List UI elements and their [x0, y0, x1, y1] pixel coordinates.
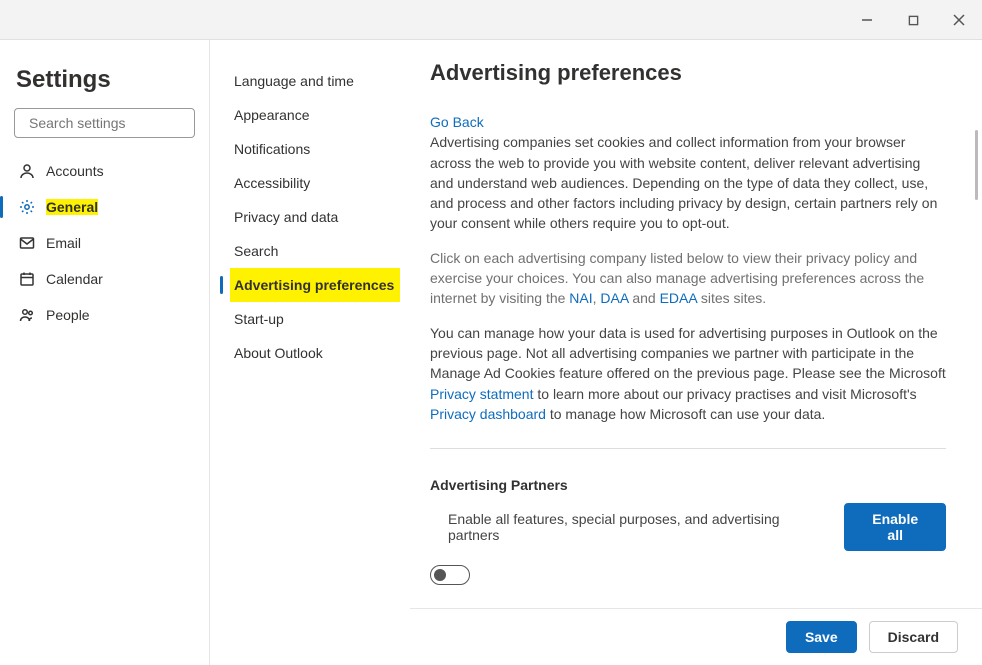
subnav-appearance[interactable]: Appearance [230, 98, 400, 132]
page-title: Advertising preferences [430, 60, 946, 86]
nav-email[interactable]: Email [10, 226, 199, 260]
primary-sidebar: Settings Accounts General Email [0, 40, 210, 665]
nav-general[interactable]: General [10, 190, 199, 224]
daa-link[interactable]: DAA [600, 290, 628, 306]
partners-toggle[interactable] [430, 565, 470, 585]
edaa-link[interactable]: EDAA [660, 290, 697, 306]
close-button[interactable] [936, 6, 982, 34]
discard-button[interactable]: Discard [869, 621, 958, 653]
subnav-notifications[interactable]: Notifications [230, 132, 400, 166]
maximize-button[interactable] [890, 6, 936, 34]
window-titlebar [0, 0, 982, 40]
para3-text-c: to manage how Microsoft can use your dat… [546, 406, 825, 422]
scrollbar-thumb[interactable] [975, 130, 978, 200]
mail-icon [18, 234, 36, 252]
content-scroll[interactable]: Advertising preferences Go Back Advertis… [410, 40, 982, 608]
subnav-search[interactable]: Search [230, 234, 400, 268]
nav-calendar[interactable]: Calendar [10, 262, 199, 296]
nai-link[interactable]: NAI [569, 290, 592, 306]
nav-label: Email [46, 235, 81, 251]
subnav-accessibility[interactable]: Accessibility [230, 166, 400, 200]
search-settings-box[interactable] [14, 108, 195, 138]
toggle-knob [434, 569, 446, 581]
minimize-button[interactable] [844, 6, 890, 34]
subnav-advertising[interactable]: Advertising preferences [230, 268, 400, 302]
subnav-privacy[interactable]: Privacy and data [230, 200, 400, 234]
partners-heading: Advertising Partners [430, 477, 946, 493]
secondary-sidebar: Language and time Appearance Notificatio… [210, 40, 410, 665]
para3-text-b: to learn more about our privacy practise… [533, 386, 916, 402]
enable-all-button[interactable]: Enable all [844, 503, 946, 551]
nav-label: General [46, 199, 98, 215]
nav-label: Accounts [46, 163, 104, 179]
subnav-about[interactable]: About Outlook [230, 336, 400, 370]
partners-desc: Enable all features, special purposes, a… [430, 511, 824, 543]
gear-icon [18, 198, 36, 216]
para2-text-b: sites sites. [697, 290, 766, 306]
subnav-startup[interactable]: Start-up [230, 302, 400, 336]
nav-people[interactable]: People [10, 298, 199, 332]
nav-label: Calendar [46, 271, 103, 287]
save-button[interactable]: Save [786, 621, 857, 653]
divider [430, 448, 946, 449]
footer-actions: Save Discard [410, 608, 982, 665]
content-pane: Advertising preferences Go Back Advertis… [410, 40, 982, 665]
person-icon [18, 162, 36, 180]
search-input[interactable] [29, 115, 210, 131]
calendar-icon [18, 270, 36, 288]
settings-heading: Settings [16, 66, 199, 94]
nav-label: People [46, 307, 90, 323]
privacy-statement-link[interactable]: Privacy statment [430, 386, 533, 402]
nav-accounts[interactable]: Accounts [10, 154, 199, 188]
intro-text: Advertising companies set cookies and co… [430, 134, 937, 231]
subnav-language[interactable]: Language and time [230, 64, 400, 98]
para3-text-a: You can manage how your data is used for… [430, 325, 946, 382]
people-icon [18, 306, 36, 324]
go-back-link[interactable]: Go Back [430, 114, 484, 130]
privacy-dashboard-link[interactable]: Privacy dashboard [430, 406, 546, 422]
